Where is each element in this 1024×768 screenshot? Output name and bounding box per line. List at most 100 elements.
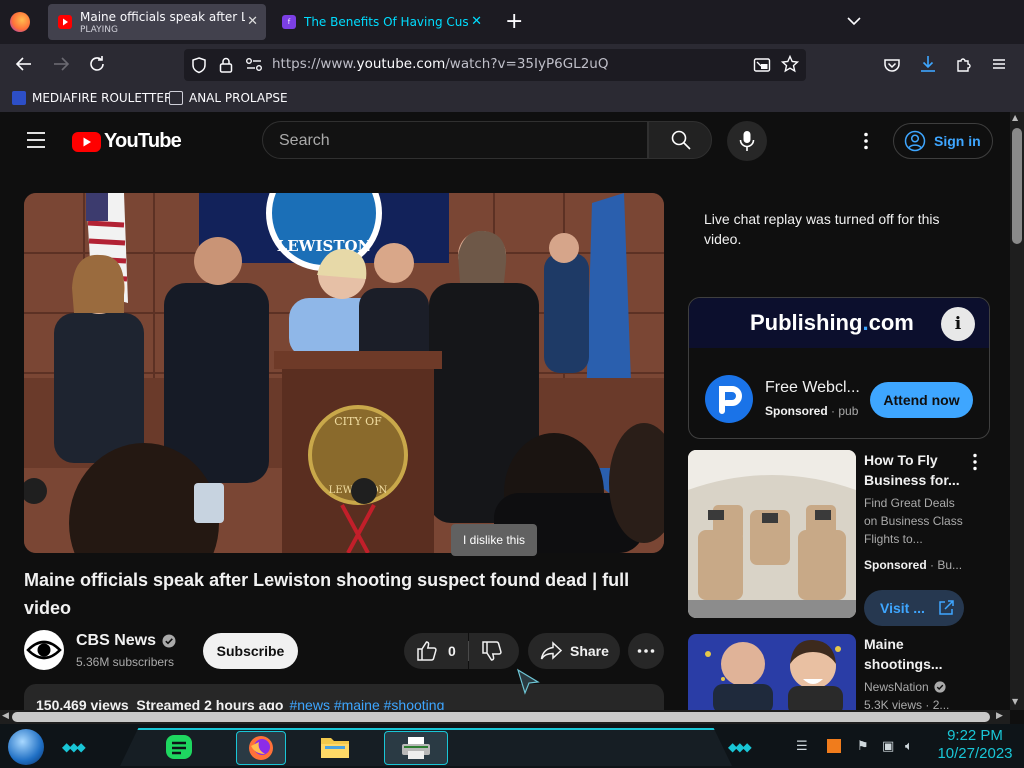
ad-sponsor-domain: pub — [838, 404, 859, 418]
bookmark-mediafire[interactable]: MEDIAFIRE ROULETTER — [12, 91, 172, 105]
horizontal-scroll-thumb[interactable] — [12, 712, 990, 722]
search-button[interactable] — [648, 121, 712, 159]
channel-avatar[interactable] — [24, 630, 64, 670]
youtube-logo[interactable]: YouTube — [72, 130, 182, 153]
share-arrow-icon — [540, 641, 562, 660]
tray-app-icon[interactable] — [827, 739, 841, 757]
tab-close-icon[interactable]: ✕ — [247, 14, 258, 29]
tray-network-icon[interactable]: ▣ — [882, 739, 894, 754]
taskbar-clock[interactable]: 9:22 PM 10/27/2023 — [930, 727, 1020, 763]
bookmark-second[interactable]: ANAL PROLAPSE — [169, 91, 288, 105]
recommendation-thumbnail[interactable] — [688, 634, 856, 710]
guide-menu-icon[interactable] — [26, 131, 46, 153]
tray-volume-icon[interactable]: 🔈︎ — [905, 739, 913, 754]
taskbar-decor-right-icon: ◆◆◆ — [728, 740, 752, 754]
share-button[interactable]: Share — [528, 633, 620, 669]
ad-sponsored-line: Sponsored · pub — [765, 404, 859, 418]
tab-close-icon[interactable]: ✕ — [471, 14, 482, 29]
lock-icon[interactable] — [218, 56, 234, 78]
thumbs-down-icon — [482, 641, 502, 661]
clock-date: 10/27/2023 — [937, 745, 1013, 762]
tracking-shield-icon[interactable] — [190, 56, 208, 78]
ad-logo-name: Publishing — [750, 310, 863, 335]
verified-check-icon — [162, 634, 176, 648]
recommendation-sponsored-label: Sponsored — [864, 558, 927, 572]
url-text[interactable]: https://www.youtube.com/watch?v=35IyP6GL… — [272, 56, 608, 72]
voice-search-button[interactable] — [727, 121, 767, 161]
tray-show-hidden-icon[interactable]: ☰ — [796, 739, 808, 754]
search-icon — [671, 130, 691, 150]
search-input[interactable] — [277, 131, 621, 151]
subscribe-button[interactable]: Subscribe — [203, 633, 298, 669]
news-hosts-thumbnail-image — [688, 634, 856, 710]
tab-custom-benefits[interactable]: f The Benefits Of Having Custom ✕ — [272, 4, 490, 40]
more-horizontal-icon — [637, 649, 655, 653]
share-label: Share — [570, 643, 609, 659]
video-frame-illustration: LEWISTON CITY OF LEWISTON — [24, 193, 664, 553]
tab-youtube-video[interactable]: Maine officials speak after Lewiston sho… — [48, 4, 266, 40]
external-link-icon — [939, 600, 954, 615]
list-tabs-chevron-down-icon[interactable] — [846, 13, 862, 33]
channel-name[interactable]: CBS News — [76, 632, 176, 650]
attend-now-button[interactable]: Attend now — [870, 382, 973, 418]
sign-in-label: Sign in — [934, 133, 981, 149]
channel-name-text: CBS News — [76, 632, 157, 649]
recommendation-sponsored-line: Sponsored · Bu... — [864, 558, 963, 572]
scroll-down-arrow-icon[interactable]: ▼ — [1012, 697, 1018, 706]
browser-tab-bar: Maine officials speak after Lewiston sho… — [0, 0, 1024, 44]
start-button-orb[interactable] — [8, 729, 44, 765]
tab-title-wrap: Maine officials speak after Lewiston sho… — [80, 10, 245, 35]
taskbar-printer-app-icon[interactable] — [384, 731, 448, 765]
bookmark-label: ANAL PROLAPSE — [189, 91, 288, 105]
ad-title[interactable]: Free Webcl... — [765, 379, 860, 397]
scroll-right-arrow-icon[interactable]: ▶ — [996, 711, 1003, 721]
like-button[interactable]: 0 — [404, 633, 468, 669]
recommendation-more-kebab-icon[interactable] — [972, 453, 978, 475]
tray-flag-icon[interactable]: ⚑ — [857, 739, 869, 754]
dislike-tooltip: I dislike this — [451, 524, 537, 556]
ad-brand-logo: Publishing.com — [750, 310, 914, 336]
taskbar-file-explorer-icon[interactable] — [318, 731, 352, 763]
video-title: Maine officials speak after Lewiston sho… — [24, 570, 630, 618]
youtube-wordmark: YouTube — [104, 130, 182, 152]
downloads-icon[interactable] — [919, 55, 937, 77]
recommendation-title[interactable]: How To Fly Business for... — [864, 450, 964, 490]
video-player[interactable]: LEWISTON CITY OF LEWISTON — [24, 193, 664, 553]
more-options-kebab-icon[interactable] — [863, 132, 869, 154]
sign-in-button[interactable]: Sign in — [893, 123, 993, 159]
scroll-up-arrow-icon[interactable]: ▲ — [1012, 113, 1018, 122]
back-arrow-icon[interactable] — [13, 54, 35, 76]
permissions-icon[interactable] — [245, 57, 263, 77]
recommendation-title[interactable]: Maine shootings... — [864, 634, 964, 674]
search-box[interactable] — [262, 121, 648, 159]
vertical-scroll-thumb[interactable] — [1012, 128, 1022, 244]
live-chat-replay-message: Live chat replay was turned off for this… — [704, 211, 940, 247]
bookmark-label: MEDIAFIRE ROULETTER — [32, 91, 173, 105]
pocket-icon[interactable] — [883, 56, 901, 78]
airplane-cabin-image — [688, 450, 856, 618]
taskbar-decor-left-icon: ◆◆◆ — [62, 740, 86, 754]
new-tab-button[interactable]: + — [505, 9, 523, 34]
tab-title: Maine officials speak after Lewiston sho… — [80, 9, 245, 24]
firefox-menu-icon[interactable] — [10, 12, 30, 32]
taskbar-firefox-icon[interactable] — [236, 731, 286, 765]
reload-icon[interactable] — [86, 54, 108, 76]
scroll-left-arrow-icon[interactable]: ◀ — [2, 711, 9, 721]
bookmark-star-icon[interactable] — [780, 54, 800, 77]
ad-advertiser-icon[interactable] — [705, 375, 753, 423]
ad-info-icon[interactable]: i — [941, 307, 975, 341]
hamburger-menu-icon[interactable] — [991, 56, 1007, 76]
dislike-button[interactable] — [469, 633, 519, 669]
podium-seal-text: CITY OF — [334, 415, 382, 428]
visit-label: Visit ... — [880, 600, 925, 616]
picture-in-picture-icon[interactable] — [753, 56, 771, 78]
verified-check-icon — [934, 681, 946, 693]
recommendation-thumbnail[interactable] — [688, 450, 856, 618]
taskbar-notes-app-icon[interactable] — [162, 731, 196, 763]
forward-arrow-icon[interactable] — [50, 54, 72, 76]
banner-seal-text: LEWISTON — [277, 237, 372, 255]
visit-site-button[interactable]: Visit ... — [864, 590, 964, 626]
more-actions-button[interactable] — [628, 633, 664, 669]
mouse-cursor-icon — [516, 668, 540, 700]
extensions-puzzle-icon[interactable] — [955, 55, 973, 77]
